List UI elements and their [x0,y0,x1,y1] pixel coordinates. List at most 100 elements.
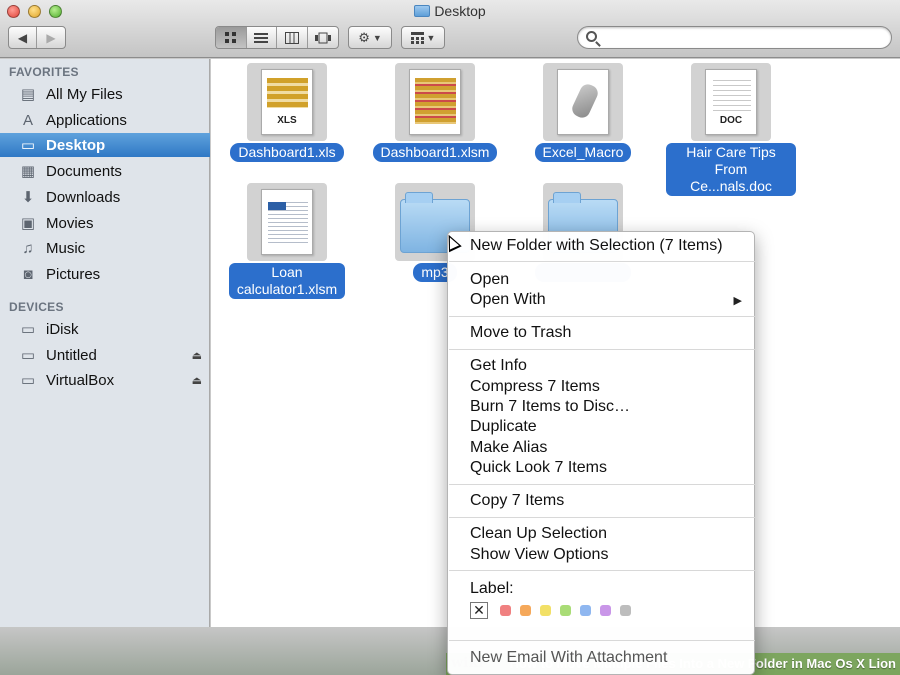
menu-item-copy[interactable]: Copy 7 Items [470,491,564,511]
coverflow-view-button[interactable] [308,27,338,48]
action-menu-button[interactable]: ⚙ ▼ [348,26,392,49]
sidebar-item-label: iDisk [46,320,79,338]
sidebar-item-desktop[interactable]: ▭ Desktop [0,133,210,157]
menu-item-move-to-trash[interactable]: Move to Trash [470,323,571,343]
applications-icon: A [22,111,33,129]
label-color-swatch[interactable] [600,605,611,616]
label-color-swatch[interactable] [500,605,511,616]
xlsm-file-icon [247,183,327,261]
menu-item-clean-up-selection[interactable]: Clean Up Selection [470,524,607,544]
menu-item-label: Open With [470,291,546,308]
menu-separator [449,484,755,485]
forward-arrow-icon: ▶ [46,30,56,45]
sidebar-item-label: Desktop [46,136,106,154]
menu-item-get-info[interactable]: Get Info [470,356,527,376]
file-label: Hair Care Tips From Ce...nals.doc [666,143,796,196]
disk-icon: ▭ [20,372,36,389]
sidebar-item-label: Untitled [46,346,97,364]
file-label: Dashboard1.xls [230,143,344,162]
file-item-hair-care-tips[interactable]: DOC Hair Care Tips From Ce...nals.doc [666,63,796,196]
view-mode-control [215,26,339,49]
menu-item-compress[interactable]: Compress 7 Items [470,377,600,397]
list-view-icon [254,32,269,43]
desktop-icon: ▭ [20,137,36,154]
file-label-line: Hair Care Tips [686,144,776,160]
context-menu: New Folder with Selection (7 Items) Open… [447,231,755,675]
file-label: Loan calculator1.xlsm [228,263,346,299]
xlsm-file-icon [395,63,475,141]
file-item-loan-calculator[interactable]: Loan calculator1.xlsm [222,183,352,299]
menu-separator [449,316,755,317]
search-icon [586,31,597,42]
menu-separator [449,640,755,641]
sidebar-item-all-my-files[interactable]: ▤ All My Files [0,82,210,106]
window-title-text: Desktop [434,3,486,19]
sidebar-item-downloads[interactable]: ⬇ Downloads [0,185,210,209]
arrange-menu-button[interactable]: ▼ [401,26,445,49]
list-view-button[interactable] [247,27,277,48]
eject-icon[interactable]: ⏏ [192,349,202,362]
file-item-dashboard1-xls[interactable]: XLS Dashboard1.xls [222,63,352,162]
window-titlebar: Desktop ◀ ▶ ⚙ ▼ ▼ [0,0,900,58]
menu-item-open-with[interactable]: Open With [470,290,740,310]
sidebar-item-label: Downloads [46,188,121,206]
search-field[interactable] [577,26,892,49]
sidebar-item-label: Applications [46,111,127,129]
window-title: Desktop [0,3,900,19]
chevron-down-icon: ▼ [426,32,436,43]
sidebar-item-idisk[interactable]: ▭ iDisk [0,317,210,341]
sidebar-item-music[interactable]: ♫ Music [0,236,210,260]
forward-button[interactable]: ▶ [37,27,65,48]
sidebar-item-label: Documents [46,162,122,180]
icon-view-button[interactable] [216,27,247,48]
pictures-icon: ◙ [23,265,33,283]
column-view-icon [284,31,299,44]
files-icon: ▤ [20,86,36,103]
file-type-tag: XLS [277,115,297,126]
menu-separator [449,570,755,571]
menu-item-show-view-options[interactable]: Show View Options [470,545,608,565]
label-color-swatch[interactable] [540,605,551,616]
menu-item-quick-look[interactable]: Quick Look 7 Items [470,458,607,478]
gear-icon: ⚙ [358,29,370,45]
sidebar-item-documents[interactable]: ▦ Documents [0,159,210,183]
doc-file-icon: DOC [691,63,771,141]
file-item-dashboard1-xlsm[interactable]: Dashboard1.xlsm [370,63,500,162]
file-type-tag: DOC [719,115,743,126]
chevron-down-icon: ▼ [372,32,382,43]
sidebar-heading-devices: DEVICES [9,300,64,314]
sidebar-item-movies[interactable]: ▣ Movies [0,211,210,235]
menu-item-new-email-with-attachment[interactable]: New Email With Attachment [470,648,667,668]
disk-icon: ▭ [20,347,36,364]
sidebar-item-applications[interactable]: A Applications [0,108,210,132]
sidebar-item-label: Pictures [46,265,101,283]
sidebar-item-untitled[interactable]: ▭ Untitled ⏏ [0,343,210,367]
sidebar-item-label: Music [46,239,86,257]
eject-icon[interactable]: ⏏ [192,374,202,387]
menu-separator [449,349,755,350]
search-input[interactable] [604,29,884,46]
submenu-arrow-icon: ▶ [733,295,742,307]
icon-view-icon [225,32,237,43]
back-button[interactable]: ◀ [9,27,38,48]
menu-item-duplicate[interactable]: Duplicate [470,417,537,437]
file-item-excel-macro[interactable]: Excel_Macro [518,63,648,162]
menu-item-open[interactable]: Open [470,270,509,290]
sidebar-item-virtualbox[interactable]: ▭ VirtualBox ⏏ [0,368,210,392]
label-color-swatch[interactable] [580,605,591,616]
label-none-button[interactable]: ✕ [470,602,488,619]
label-color-swatch[interactable] [620,605,631,616]
menu-item-make-alias[interactable]: Make Alias [470,438,547,458]
coverflow-view-icon [314,32,331,43]
menu-item-burn-to-disc[interactable]: Burn 7 Items to Disc… [470,397,630,417]
file-label-line: Loan [271,264,303,280]
label-color-swatch[interactable] [520,605,531,616]
column-view-button[interactable] [277,27,308,48]
disk-icon: ▭ [20,321,36,338]
sidebar-item-pictures[interactable]: ◙ Pictures [0,262,210,286]
menu-item-new-folder-with-selection[interactable]: New Folder with Selection (7 Items) [470,236,723,256]
downloads-icon: ⬇ [21,189,35,206]
xls-file-icon: XLS [247,63,327,141]
file-label: Dashboard1.xlsm [372,143,498,162]
label-color-swatch[interactable] [560,605,571,616]
